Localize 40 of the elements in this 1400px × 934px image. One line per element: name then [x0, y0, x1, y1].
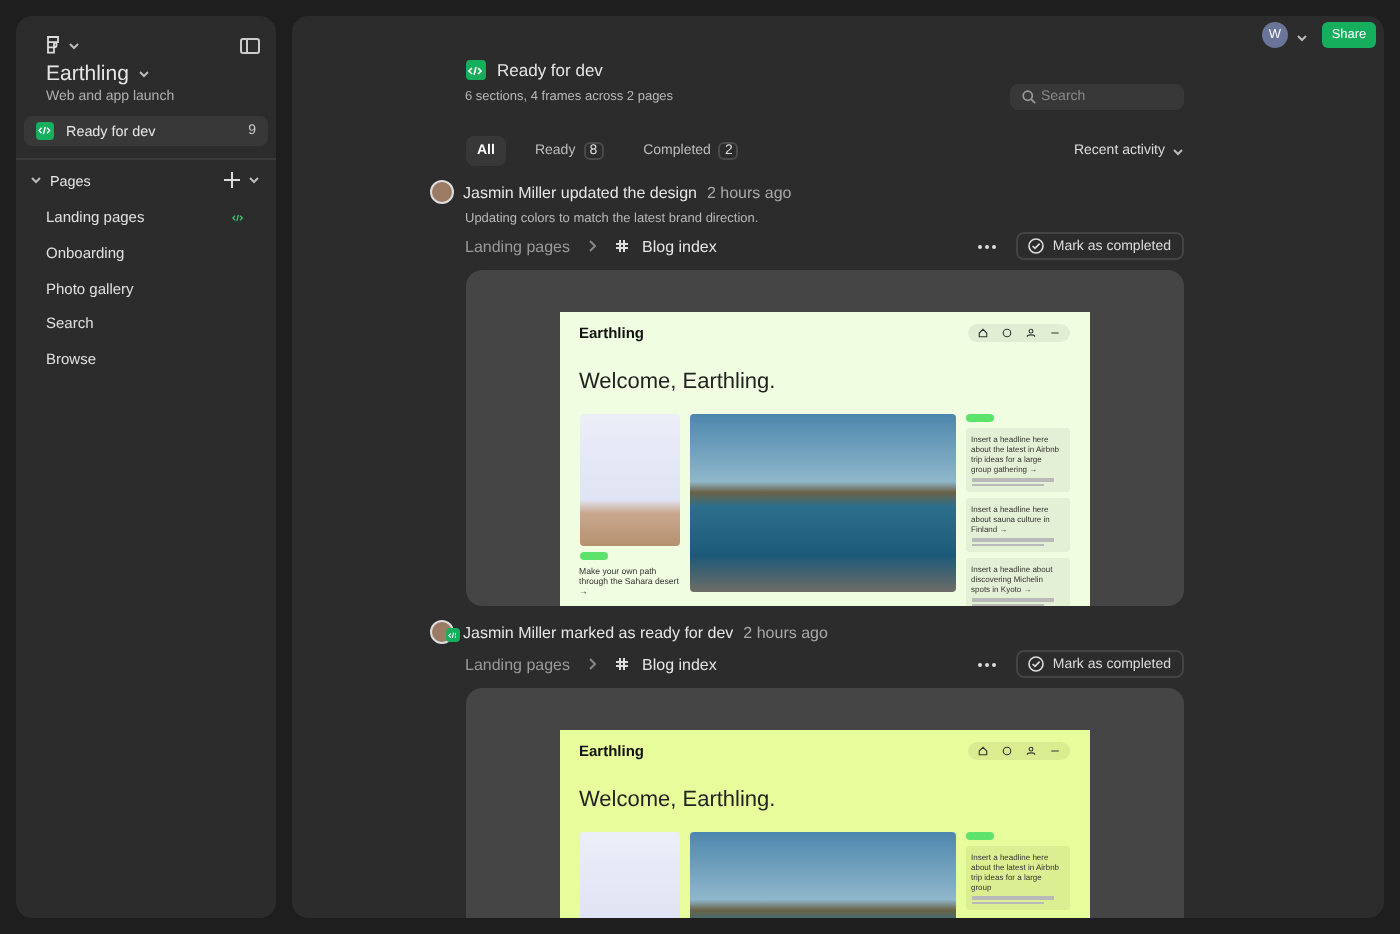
frame-name[interactable]: Blog index [642, 655, 717, 673]
add-icon[interactable] [224, 172, 240, 188]
project-name[interactable]: Earthling [46, 62, 129, 86]
tag-pill [965, 832, 993, 840]
frame-icon [616, 240, 628, 252]
code-icon [230, 209, 246, 226]
user-icon [1025, 746, 1035, 756]
heading: Welcome, Earthling. [579, 788, 778, 812]
caret-icon [1296, 34, 1308, 42]
caret-icon [248, 176, 260, 184]
activity-title: Jasmin Miller updated the design [463, 183, 697, 201]
activity-time: 2 hours ago [706, 183, 792, 201]
check-circle-icon [1028, 238, 1045, 254]
caret-icon [30, 176, 42, 184]
activity-title: Jasmin Miller marked as ready for dev [463, 623, 734, 641]
code-icon [36, 122, 54, 140]
caret-icon [1171, 147, 1183, 155]
frame-icon [616, 658, 628, 670]
frame-name[interactable]: Blog index [642, 237, 717, 255]
check-circle-icon [1028, 656, 1045, 672]
sidebar-toggle-icon[interactable] [240, 37, 260, 53]
page-title: Ready for dev [497, 60, 603, 80]
search-icon [1021, 90, 1035, 104]
tag-pill [579, 552, 607, 560]
tag-pill [965, 414, 993, 422]
caret-icon [68, 41, 80, 49]
home-icon [977, 328, 987, 338]
logo-icon[interactable] [46, 36, 60, 54]
chevron-icon [588, 658, 598, 670]
caret-icon [138, 70, 151, 78]
breadcrumb-link[interactable]: Landing pages [465, 655, 570, 673]
code-icon [465, 60, 485, 80]
user-icon [1025, 328, 1035, 338]
chevron-icon [588, 240, 598, 252]
heading: Welcome, Earthling. [579, 370, 778, 394]
breadcrumb-link[interactable]: Landing pages [465, 237, 570, 255]
desert-photo [579, 414, 679, 546]
home-icon [977, 746, 987, 756]
activity-time: 2 hours ago [743, 623, 828, 641]
code-icon [445, 627, 459, 642]
